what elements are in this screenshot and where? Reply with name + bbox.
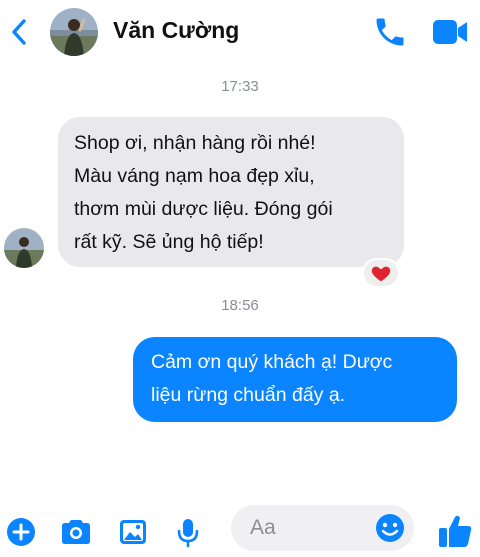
message-input-placeholder: Aa [250,516,276,539]
like-button[interactable] [437,512,472,547]
message-line: thơm mùi dược liệu. Đóng gói [74,198,333,220]
message-line: Cảm ơn quý khách ạ! Dược [151,351,393,373]
heart-icon [371,266,391,282]
incoming-message[interactable]: Shop ơi, nhận hàng rồi nhé! Màu váng nạm… [58,117,404,267]
chevron-left-icon [12,19,26,45]
timestamp: 18:56 [221,297,259,314]
contact-name[interactable]: Văn Cường [113,17,239,44]
outgoing-message[interactable]: Cảm ơn quý khách ạ! Dược liệu rừng chuẩn… [133,337,457,422]
message-line: Shop ơi, nhận hàng rồi nhé! [74,132,316,154]
message-input[interactable]: Aa [231,505,414,551]
emoji-icon [376,514,404,542]
contact-avatar[interactable] [50,8,98,56]
video-call-button[interactable] [430,14,470,50]
message-reaction[interactable] [362,258,400,288]
camera-icon [62,520,90,544]
emoji-button[interactable] [374,512,406,544]
sender-avatar[interactable] [4,228,44,268]
message-line: rất kỹ. Sẽ ủng hộ tiếp! [74,231,264,253]
add-button[interactable] [5,516,37,548]
video-camera-icon [433,20,467,44]
voice-button[interactable] [172,516,204,548]
microphone-icon [177,519,199,548]
timestamp: 17:33 [221,78,259,95]
message-line: liệu rừng chuẩn đấy ạ. [151,384,346,406]
back-button[interactable] [8,16,30,48]
plus-circle-icon [7,518,35,546]
message-line: Màu váng nạm hoa đẹp xỉu, [74,165,315,187]
photo-icon [120,520,146,544]
camera-button[interactable] [59,516,91,548]
chat-header: Văn Cường [0,0,480,64]
call-button[interactable] [372,14,412,50]
photo-button[interactable] [117,516,149,548]
thumbs-up-icon [439,515,472,547]
phone-icon [376,18,404,46]
